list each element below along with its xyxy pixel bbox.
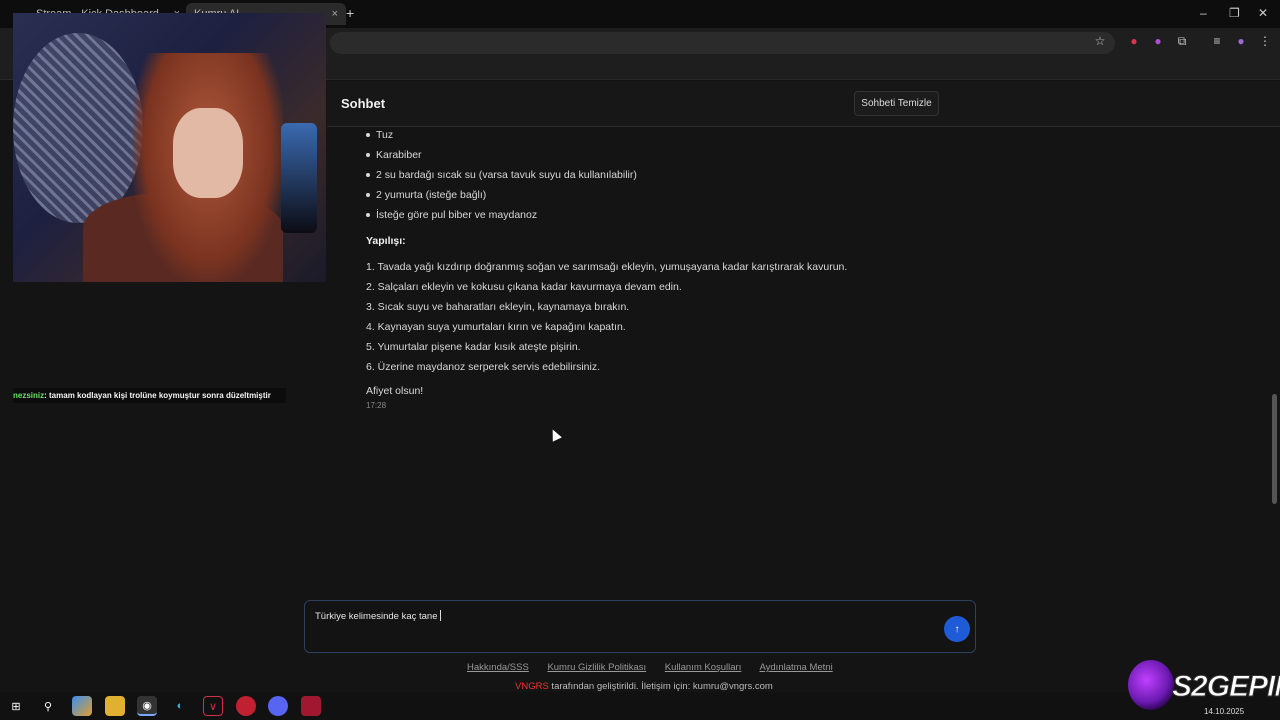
list-item: 2 su bardağı sıcak su (varsa tavuk suyu … [366, 167, 1256, 187]
message-timestamp: 17:28 [366, 401, 387, 410]
new-tab-button[interactable]: + [346, 5, 354, 21]
minimize-button[interactable]: – [1200, 6, 1207, 20]
chat-input-box[interactable]: Türkiye kelimesinde kaç tane ↑ [304, 600, 976, 653]
chat-header: Sohbet Sohbeti Temizle [327, 81, 1280, 127]
extension-icon[interactable]: ● [1127, 34, 1141, 48]
list-item: Tuz [366, 127, 1256, 147]
chrome-icon[interactable]: ◉ [137, 696, 157, 716]
footer-links: Hakkında/SSS Kumru Gizlilik Politikası K… [467, 662, 849, 673]
restore-button[interactable]: ❐ [1229, 6, 1240, 20]
microphone-shape [281, 123, 317, 233]
list-item: 3. Sıcak suyu ve baharatları ekleyin, ka… [366, 301, 630, 313]
list-item: 2. Salçaları ekleyin ve kokusu çıkana ka… [366, 281, 682, 293]
app-icon[interactable] [301, 696, 321, 716]
scrollbar[interactable] [1269, 127, 1280, 592]
link-privacy[interactable]: Kumru Gizlilik Politikası [547, 662, 646, 673]
copilot-icon[interactable] [72, 696, 92, 716]
face-shape [173, 108, 243, 198]
mouse-cursor-icon [548, 427, 562, 442]
list-item: 4. Kaynayan suya yumurtaları kırın ve ka… [366, 321, 626, 333]
logo-text: S2GEPIN [1171, 670, 1280, 704]
arrow-up-icon: ↑ [954, 623, 960, 635]
puzzle-icon[interactable]: ⧉ [1175, 34, 1189, 48]
search-icon[interactable]: ⚲ [38, 696, 58, 716]
input-value: Türkiye kelimesinde kaç tane [315, 611, 438, 622]
media-icon[interactable]: ≡ [1210, 34, 1224, 48]
stream-chat-message: nezsiniz: tamam kodlayan kişi trolüne ko… [13, 388, 286, 403]
discord-icon[interactable] [268, 696, 288, 716]
close-window-button[interactable]: ✕ [1258, 6, 1268, 20]
text-caret [439, 610, 441, 621]
send-button[interactable]: ↑ [944, 616, 970, 642]
message-input[interactable]: Türkiye kelimesinde kaç tane [315, 610, 441, 622]
assistant-message: Tuz Karabiber 2 su bardağı sıcak su (var… [366, 127, 1256, 410]
link-disclosure[interactable]: Aydınlatma Metni [759, 662, 832, 673]
list-item: 1. Tavada yağı kızdırıp doğranmış soğan … [366, 261, 848, 273]
steps-heading: Yapılışı: [366, 235, 406, 247]
app-icon[interactable]: ∨ [203, 696, 223, 716]
scrollbar-thumb[interactable] [1272, 394, 1277, 504]
logo-swirl-icon [1128, 660, 1174, 710]
closing-text: Afiyet olsun! [366, 385, 424, 397]
chat-username: nezsiniz [13, 391, 45, 400]
windows-taskbar [0, 692, 1280, 720]
list-item: 2 yumurta (isteğe bağlı) [366, 187, 1256, 207]
edge-icon[interactable]: ◐ [170, 696, 190, 716]
streamer-logo: S2GEPIN [1128, 656, 1280, 716]
star-icon[interactable]: ☆ [1093, 34, 1107, 48]
extension-icon[interactable]: ● [1151, 34, 1165, 48]
windows-start-icon[interactable]: ⊞ [6, 696, 26, 716]
clear-chat-button[interactable]: Sohbeti Temizle [854, 91, 939, 116]
link-about[interactable]: Hakkında/SSS [467, 662, 529, 673]
menu-icon[interactable]: ⋮ [1258, 34, 1272, 48]
file-explorer-icon[interactable] [105, 696, 125, 716]
list-item: İsteğe göre pul biber ve maydanoz [366, 207, 1256, 227]
list-item: 5. Yumurtalar pişene kadar kısık ateşte … [366, 341, 581, 353]
credit-text: tarafından geliştirildi. İletişim için: … [548, 681, 773, 692]
link-terms[interactable]: Kullanım Koşulları [665, 662, 742, 673]
address-input[interactable] [330, 32, 1115, 54]
system-date: 14.10.2025 [1204, 707, 1245, 716]
list-item: Karabiber [366, 147, 1256, 167]
close-icon[interactable]: × [332, 8, 338, 20]
brand-name[interactable]: VNGRS [515, 681, 549, 692]
chair-shape [13, 33, 143, 223]
app-icon[interactable] [236, 696, 256, 716]
footer-credit: VNGRS tarafından geliştirildi. İletişim … [515, 681, 773, 692]
avatar[interactable]: ● [1234, 34, 1248, 48]
list-item: 6. Üzerine maydanoz serperek servis edeb… [366, 361, 601, 373]
page-title: Sohbet [341, 96, 386, 111]
ingredient-list: Tuz Karabiber 2 su bardağı sıcak su (var… [366, 127, 1256, 227]
chat-text: : tamam kodlayan kişi trolüne koymuştur … [44, 391, 271, 400]
webcam-overlay [13, 13, 326, 282]
steps-list: 1. Tavada yağı kızdırıp doğranmış soğan … [366, 259, 1256, 379]
